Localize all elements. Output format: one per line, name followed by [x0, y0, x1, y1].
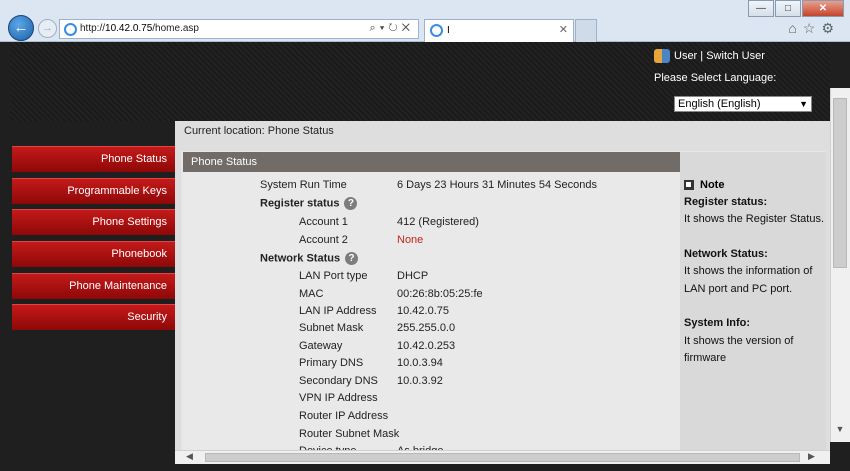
user-row: User | Switch User — [654, 49, 765, 63]
network-label: Subnet Mask — [299, 322, 364, 334]
network-value: 00:26:8b:05:25:fe — [397, 288, 483, 300]
note-text: firmware — [684, 352, 727, 364]
new-tab-button[interactable] — [575, 19, 597, 42]
system-run-time-value: 6 Days 23 Hours 31 Minutes 54 Seconds — [397, 179, 597, 191]
address-url: http://10.42.0.75/home.asp — [80, 23, 199, 34]
account1-value: 412 (Registered) — [397, 216, 479, 228]
address-bar[interactable]: http://10.42.0.75/home.asp ⌕▾↻✕ — [59, 19, 419, 39]
help-icon[interactable]: ? — [345, 252, 359, 265]
network-label: Router Subnet Mask — [299, 428, 400, 440]
close-tab-icon[interactable]: ✕ — [559, 23, 568, 36]
gear-icon[interactable]: ⚙ — [821, 20, 840, 36]
users-icon — [654, 49, 670, 63]
account2-label: Account 2 — [299, 234, 348, 246]
register-status-heading: Register status? — [260, 197, 358, 210]
favorites-star-icon[interactable]: ☆ — [803, 20, 822, 36]
network-label: Gateway — [299, 340, 343, 352]
system-run-time-label: System Run Time — [260, 179, 347, 191]
sidebar-item-security[interactable]: Security — [12, 304, 175, 331]
search-icon[interactable]: ⌕ — [370, 22, 380, 34]
sidebar-item-phonebook[interactable]: Phonebook — [12, 241, 175, 268]
stop-icon[interactable]: ✕ — [402, 22, 414, 34]
note-title: Note — [684, 179, 724, 191]
address-tools[interactable]: ⌕▾↻✕ — [370, 22, 414, 35]
minimize-button[interactable]: — — [748, 0, 774, 17]
note-text: It shows the Register Status. — [684, 213, 825, 225]
switch-user-link[interactable]: Switch User — [706, 50, 765, 62]
help-icon[interactable]: ? — [344, 197, 358, 210]
network-value: 10.42.0.75 — [397, 305, 449, 317]
language-value: English (English) — [678, 98, 761, 110]
language-label: Please Select Language: — [654, 72, 777, 84]
panel-title: Phone Status — [183, 152, 680, 172]
note-heading: Network Status: — [684, 248, 768, 260]
network-value: 10.42.0.253 — [397, 340, 456, 352]
network-label: LAN Port type — [299, 270, 368, 282]
network-value: DHCP — [397, 270, 429, 282]
network-value: 10.0.3.92 — [397, 375, 443, 387]
window-controls: — □ ✕ — [747, 0, 844, 17]
note-heading: Register status: — [684, 196, 768, 208]
note-text: It shows the information of — [684, 265, 813, 277]
back-button[interactable]: ← — [8, 15, 34, 41]
sidebar-item-phone-status[interactable]: Phone Status — [12, 146, 175, 172]
account1-label: Account 1 — [299, 216, 348, 228]
scroll-left-icon[interactable]: ◀ — [186, 451, 193, 462]
network-label: Router IP Address — [299, 410, 389, 422]
scroll-down-icon[interactable]: ▼ — [830, 424, 850, 438]
sidebar: Phone Status Programmable Keys Phone Set… — [12, 146, 175, 336]
bottom-border — [0, 464, 850, 471]
chevron-down-icon: ▼ — [799, 99, 808, 109]
note-text: LAN port and PC port. — [684, 283, 793, 295]
network-label: Primary DNS — [299, 357, 364, 369]
language-select[interactable]: English (English) ▼ — [674, 96, 812, 112]
maximize-button[interactable]: □ — [775, 0, 801, 17]
breadcrumb: Current location: Phone Status — [184, 125, 334, 137]
network-label: VPN IP Address — [299, 392, 378, 404]
note-heading: System Info: — [684, 317, 751, 329]
browser-tab[interactable]: I ✕ — [424, 19, 574, 42]
refresh-icon[interactable]: ↻ — [388, 22, 401, 34]
browser-toolbar-icons: ⌂☆⚙ — [788, 20, 840, 37]
network-value: 10.0.3.94 — [397, 357, 443, 369]
network-label: LAN IP Address — [299, 305, 377, 317]
note-text: It shows the version of — [684, 335, 794, 347]
account2-value: None — [397, 234, 424, 246]
forward-button[interactable]: → — [38, 19, 57, 38]
horizontal-scroll-thumb[interactable] — [205, 453, 800, 462]
network-label: MAC — [299, 288, 324, 300]
home-icon[interactable]: ⌂ — [788, 20, 802, 36]
tab-page-icon — [430, 24, 443, 37]
ie-page-icon — [64, 23, 77, 36]
tab-title: I — [447, 25, 450, 36]
network-status-heading: Network Status? — [260, 252, 359, 265]
user-link[interactable]: User — [674, 50, 697, 62]
browser-chrome: — □ ✕ ← → http://10.42.0.75/home.asp ⌕▾↻… — [0, 0, 850, 42]
sidebar-item-programmable-keys[interactable]: Programmable Keys — [12, 177, 175, 204]
sidebar-item-phone-maintenance[interactable]: Phone Maintenance — [12, 272, 175, 299]
scroll-right-icon[interactable]: ▶ — [808, 451, 815, 462]
sidebar-item-phone-settings[interactable]: Phone Settings — [12, 209, 175, 236]
network-label: Secondary DNS — [299, 375, 378, 387]
close-window-button[interactable]: ✕ — [802, 0, 844, 17]
vertical-scroll-thumb[interactable] — [833, 98, 847, 268]
separator: | — [697, 50, 707, 62]
note-icon — [684, 180, 694, 190]
network-value: 255.255.0.0 — [397, 322, 456, 334]
